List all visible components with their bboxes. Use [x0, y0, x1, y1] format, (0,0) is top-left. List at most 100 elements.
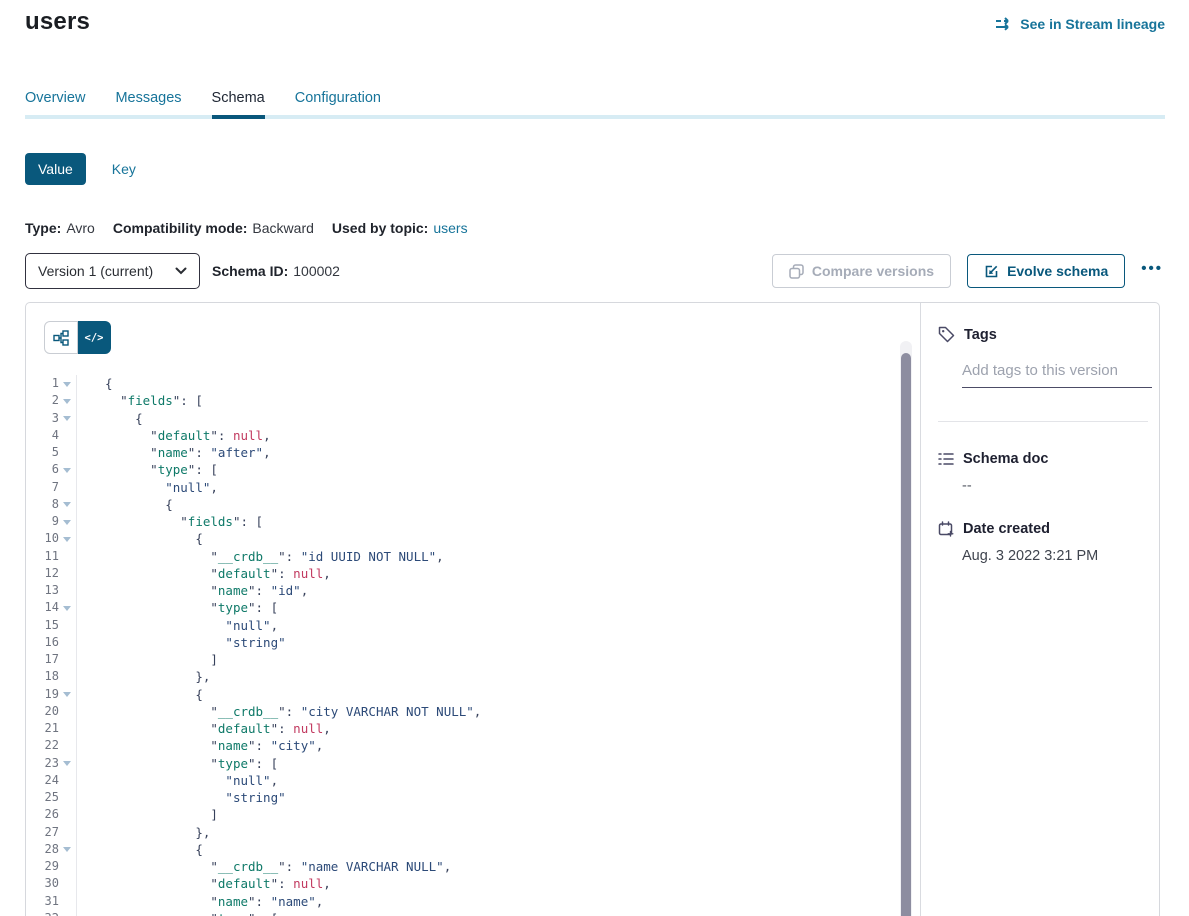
code-text: "fields": [	[77, 513, 263, 530]
version-select[interactable]: Version 1 (current)	[25, 253, 200, 289]
code-line: 11 "__crdb__": "id UUID NOT NULL",	[26, 548, 896, 565]
code-text: "default": null,	[77, 720, 331, 737]
code-text: "default": null,	[77, 565, 331, 582]
line-gutter: 4	[26, 427, 77, 444]
more-actions-button[interactable]: •••	[1141, 260, 1165, 283]
code-text: {	[77, 530, 203, 547]
line-number: 16	[26, 634, 59, 651]
version-select-value: Version 1 (current)	[38, 263, 153, 279]
line-gutter: 2	[26, 392, 77, 409]
line-number: 9	[26, 513, 59, 530]
compare-versions-label: Compare versions	[812, 263, 934, 279]
calendar-plus-icon	[938, 521, 954, 537]
code-line: 24 "null",	[26, 772, 896, 789]
tab-messages[interactable]: Messages	[115, 90, 181, 119]
line-gutter: 20	[26, 703, 77, 720]
code-line: 29 "__crdb__": "name VARCHAR NULL",	[26, 858, 896, 875]
tree-view-button[interactable]	[44, 321, 78, 354]
line-number: 21	[26, 720, 59, 737]
date-created-value: Aug. 3 2022 3:21 PM	[962, 548, 1148, 564]
line-gutter: 26	[26, 806, 77, 823]
evolve-schema-button[interactable]: Evolve schema	[967, 254, 1125, 288]
compare-icon	[789, 264, 804, 279]
line-number: 1	[26, 375, 59, 392]
line-number: 12	[26, 565, 59, 582]
fold-toggle-icon[interactable]	[63, 847, 71, 852]
code-text: "name": "after",	[77, 444, 271, 461]
line-number: 14	[26, 599, 59, 616]
code-line: 2 "fields": [	[26, 392, 896, 409]
fold-toggle-icon[interactable]	[63, 761, 71, 766]
fold-toggle-icon[interactable]	[63, 416, 71, 421]
line-gutter: 11	[26, 548, 77, 565]
schema-card: </> 1{2 "fields": [3 {4 "default": null,…	[25, 302, 1160, 916]
code-line: 8 {	[26, 496, 896, 513]
fold-toggle-icon[interactable]	[63, 692, 71, 697]
code-line: 4 "default": null,	[26, 427, 896, 444]
code-line: 1{	[26, 375, 896, 392]
schema-actions: Compare versions Evolve schema •••	[772, 254, 1165, 288]
line-gutter: 10	[26, 530, 77, 547]
fold-toggle-icon[interactable]	[63, 606, 71, 611]
line-gutter: 3	[26, 410, 77, 427]
fold-toggle-icon[interactable]	[63, 399, 71, 404]
code-line: 22 "name": "city",	[26, 737, 896, 754]
editor-scrollbar-thumb[interactable]	[901, 353, 911, 916]
fold-toggle-icon[interactable]	[63, 468, 71, 473]
fold-slot	[59, 691, 75, 697]
line-number: 11	[26, 548, 59, 565]
line-gutter: 16	[26, 634, 77, 651]
line-gutter: 32	[26, 910, 77, 916]
line-gutter: 21	[26, 720, 77, 737]
fold-toggle-icon[interactable]	[63, 502, 71, 507]
code-line: 3 {	[26, 410, 896, 427]
line-number: 17	[26, 651, 59, 668]
schema-id: Schema ID: 100002	[212, 263, 340, 279]
fold-toggle-icon[interactable]	[63, 520, 71, 525]
fold-toggle-icon[interactable]	[63, 382, 71, 387]
page-title: users	[25, 8, 90, 36]
compare-versions-button[interactable]: Compare versions	[772, 254, 951, 288]
line-number: 19	[26, 686, 59, 703]
code-text: {	[77, 686, 203, 703]
code-text: "name": "id",	[77, 582, 308, 599]
code-line: 15 "null",	[26, 617, 896, 634]
code-line: 32 "type": [	[26, 910, 896, 916]
line-number: 8	[26, 496, 59, 513]
fold-toggle-icon[interactable]	[63, 537, 71, 542]
code-line: 25 "string"	[26, 789, 896, 806]
code-line: 14 "type": [	[26, 599, 896, 616]
code-line: 17 ]	[26, 651, 896, 668]
add-tags-input[interactable]	[962, 362, 1152, 388]
line-number: 24	[26, 772, 59, 789]
tab-overview[interactable]: Overview	[25, 90, 85, 119]
key-tab-link[interactable]: Key	[112, 161, 136, 177]
line-gutter: 18	[26, 668, 77, 685]
tab-schema[interactable]: Schema	[212, 90, 265, 119]
tab-configuration[interactable]: Configuration	[295, 90, 381, 119]
code-text: "__crdb__": "id UUID NOT NULL",	[77, 548, 444, 565]
code-view-icon: </>	[85, 332, 104, 344]
type-label: Type:	[25, 220, 61, 236]
code-text: "type": [	[77, 461, 218, 478]
evolve-schema-label: Evolve schema	[1007, 263, 1108, 279]
used-by-topic-link[interactable]: users	[433, 220, 467, 236]
value-tab-button[interactable]: Value	[25, 153, 86, 185]
fold-slot	[59, 381, 75, 387]
code-view-button[interactable]: </>	[78, 321, 111, 354]
code-text: "null",	[77, 479, 218, 496]
line-number: 3	[26, 410, 59, 427]
line-number: 27	[26, 824, 59, 841]
line-gutter: 1	[26, 375, 77, 392]
schema-doc-section: Schema doc --	[938, 451, 1148, 494]
schema-id-label: Schema ID:	[212, 263, 288, 279]
line-number: 28	[26, 841, 59, 858]
used-by-topic-label: Used by topic:	[332, 220, 428, 236]
line-number: 4	[26, 427, 59, 444]
code-line: 26 ]	[26, 806, 896, 823]
code-text: "__crdb__": "city VARCHAR NOT NULL",	[77, 703, 481, 720]
code-line: 27 },	[26, 824, 896, 841]
stream-lineage-link[interactable]: See in Stream lineage	[995, 16, 1165, 32]
sidebar-divider	[938, 421, 1148, 422]
schema-doc-value: --	[962, 478, 1148, 494]
